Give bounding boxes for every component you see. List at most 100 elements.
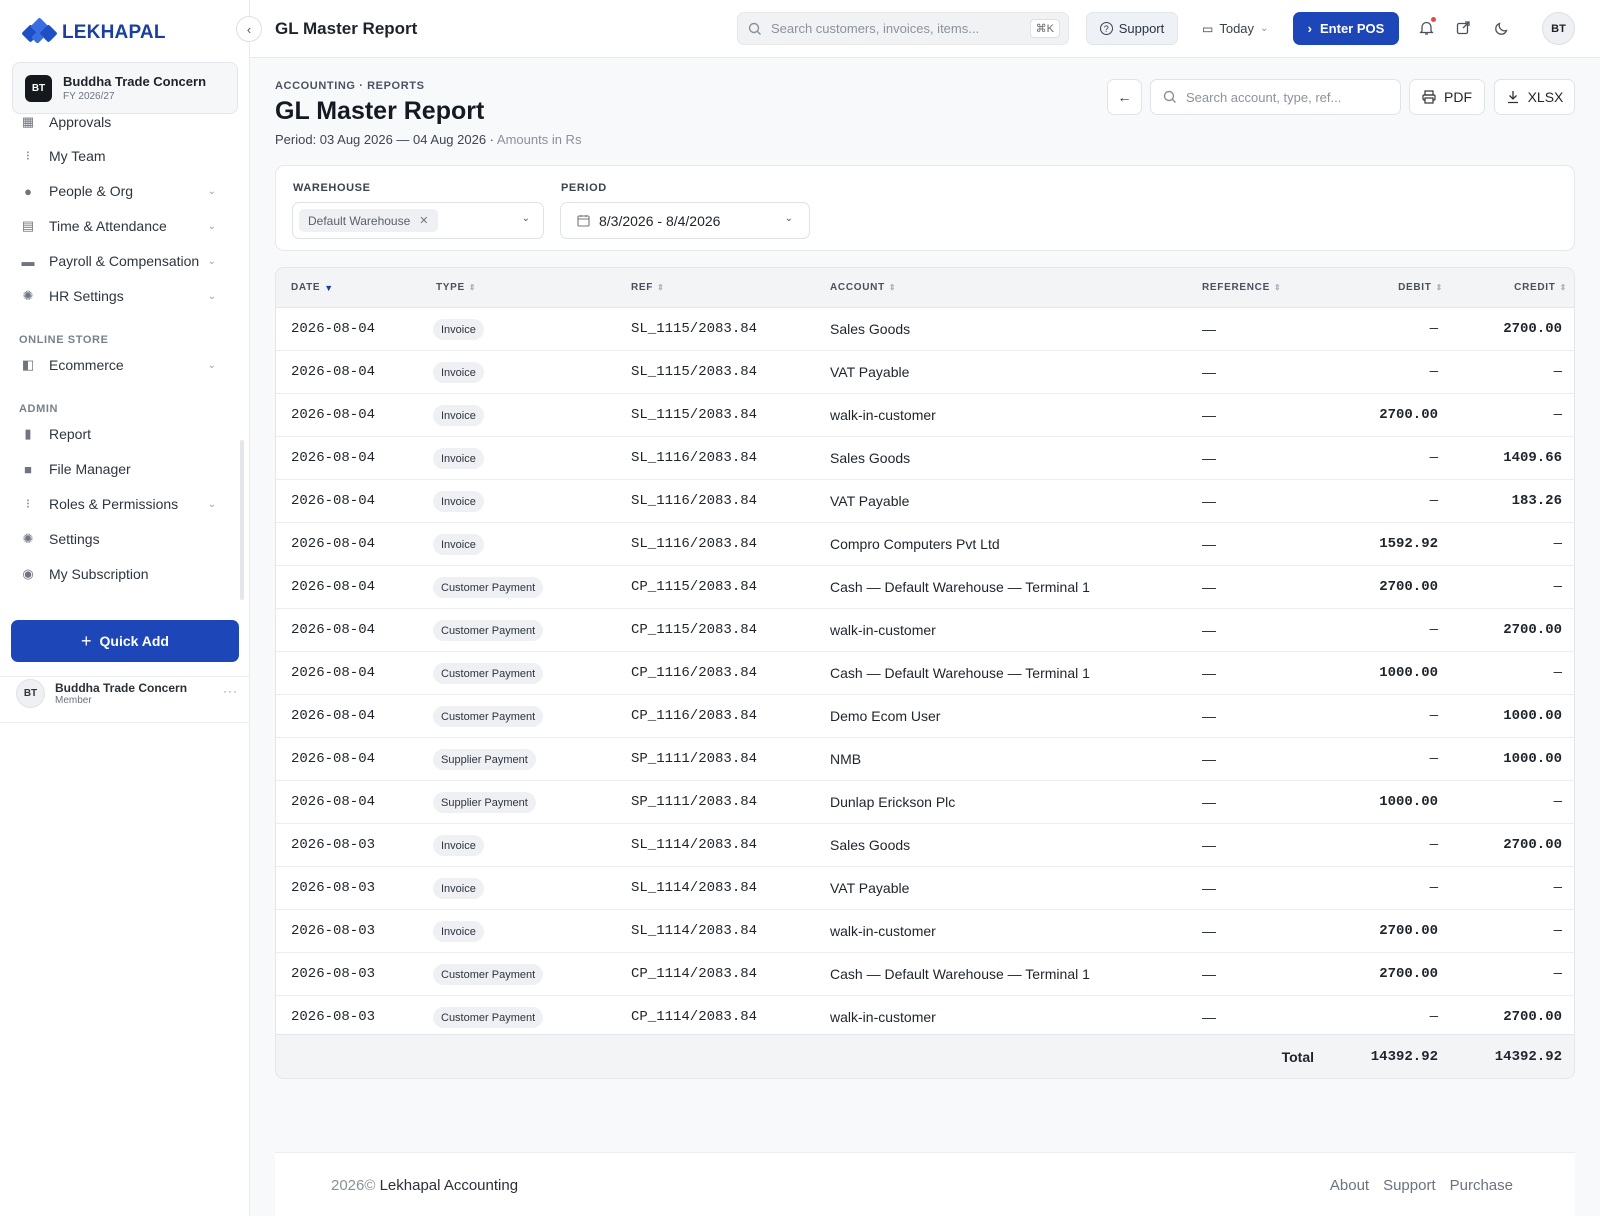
sidebar-item-approvals[interactable]: ▦ Approvals [0, 114, 238, 137]
footer-link-about[interactable]: About [1330, 1177, 1369, 1194]
open-external-button[interactable] [1452, 17, 1474, 39]
cell-ref[interactable]: SL_1114/2083.84 [631, 837, 757, 853]
moon-icon [1494, 21, 1508, 35]
footer-link-purchase[interactable]: Purchase [1450, 1177, 1513, 1194]
table-row[interactable]: 2026-08-04 Invoice SL_1116/2083.84 Compro C… [276, 523, 1574, 566]
calendar-icon [577, 215, 590, 227]
avatar[interactable]: BT [1542, 12, 1575, 45]
table-row[interactable]: 2026-08-04 Customer Payment CP_1115/2083.8… [276, 566, 1574, 609]
date-range-button[interactable]: ▭ Today ⌄ [1202, 12, 1282, 45]
col-credit[interactable]: CREDIT ⇕ [1514, 282, 1567, 293]
sidebar-item-label: HR Settings [49, 288, 124, 304]
table-row[interactable]: 2026-08-04 Customer Payment CP_1116/2083.8… [276, 652, 1574, 695]
table-row[interactable]: 2026-08-04 Invoice SL_1116/2083.84 VAT Paya… [276, 480, 1574, 523]
sidebar-scrollbar[interactable] [240, 440, 244, 600]
cell-ref[interactable]: SL_1114/2083.84 [631, 923, 757, 939]
col-ref[interactable]: REF ⇕ [631, 282, 665, 293]
table-row[interactable]: 2026-08-04 Invoice SL_1115/2083.84 VAT Paya… [276, 351, 1574, 394]
table-row[interactable]: 2026-08-04 Customer Payment CP_1115/2083.8… [276, 609, 1574, 652]
cell-reference: — [1202, 536, 1216, 552]
user-menu[interactable]: BT Buddha Trade Concern Member ··· [16, 678, 242, 708]
cell-ref[interactable]: SL_1114/2083.84 [631, 880, 757, 896]
sidebar-item-report[interactable]: ▮ Report [0, 419, 238, 449]
table-row[interactable]: 2026-08-03 Invoice SL_1114/2083.84 Sales Go… [276, 824, 1574, 867]
cell-ref[interactable]: SL_1115/2083.84 [631, 407, 757, 423]
table-row[interactable]: 2026-08-04 Customer Payment CP_1116/2083.8… [276, 695, 1574, 738]
type-badge: Invoice [433, 835, 484, 856]
cell-ref[interactable]: SL_1116/2083.84 [631, 493, 757, 509]
cell-ref[interactable]: CP_1116/2083.84 [631, 708, 757, 724]
sidebar-item-people-org[interactable]: ● People & Org ⌄ [0, 176, 238, 206]
table-row[interactable]: 2026-08-03 Customer Payment CP_1114/2083.8… [276, 953, 1574, 996]
table-row[interactable]: 2026-08-04 Invoice SL_1115/2083.84 Sales Go… [276, 308, 1574, 351]
col-debit[interactable]: DEBIT ⇕ [1398, 282, 1443, 293]
collapse-sidebar-button[interactable]: ‹ [236, 16, 262, 42]
close-icon[interactable]: ✕ [419, 214, 428, 227]
table-row[interactable]: 2026-08-04 Supplier Payment SP_1111/2083.8… [276, 738, 1574, 781]
cell-ref[interactable]: CP_1115/2083.84 [631, 579, 757, 595]
sidebar-item-my-subscription[interactable]: ◉ My Subscription [0, 559, 238, 589]
theme-toggle[interactable] [1490, 17, 1512, 39]
brand-logo[interactable]: LEKHAPAL [21, 17, 166, 46]
global-search[interactable]: ⌘K [737, 12, 1069, 45]
cell-ref[interactable]: SL_1115/2083.84 [631, 364, 757, 380]
sidebar-item-label: Payroll & Compensation [49, 253, 200, 269]
xlsx-button[interactable]: XLSX [1494, 79, 1575, 115]
back-button[interactable]: ← [1107, 79, 1142, 115]
search-input[interactable] [771, 21, 1021, 36]
sidebar-item-settings[interactable]: ✺ Settings [0, 524, 238, 554]
account-search[interactable] [1150, 79, 1401, 115]
cell-ref[interactable]: SL_1116/2083.84 [631, 450, 757, 466]
quick-add-label: Quick Add [99, 633, 170, 649]
cell-ref[interactable]: CP_1114/2083.84 [631, 1009, 757, 1025]
sidebar-item-hr-settings[interactable]: ✺ HR Settings ⌄ [0, 281, 238, 311]
enter-pos-button[interactable]: › Enter POS [1293, 12, 1399, 45]
sidebar-item-my-team[interactable]: ⁝ My Team [0, 141, 238, 171]
subscription-icon: ◉ [22, 566, 34, 581]
table-row[interactable]: 2026-08-04 Invoice SL_1116/2083.84 Sales Go… [276, 437, 1574, 480]
cell-ref[interactable]: CP_1116/2083.84 [631, 665, 757, 681]
footer-link-support[interactable]: Support [1383, 1177, 1436, 1194]
table-row[interactable]: 2026-08-03 Customer Payment CP_1114/2083.8… [276, 996, 1574, 1039]
table-row[interactable]: 2026-08-03 Invoice SL_1114/2083.84 VAT Paya… [276, 867, 1574, 910]
col-date[interactable]: DATE ▼ [291, 282, 334, 293]
account-search-input[interactable] [1186, 89, 1386, 105]
sidebar-item-ecommerce[interactable]: ◧ Ecommerce ⌄ [0, 350, 238, 380]
warehouse-select[interactable]: Default Warehouse ✕ ⌄ [292, 202, 544, 239]
table-row[interactable]: 2026-08-04 Invoice SL_1115/2083.84 walk-in-… [276, 394, 1574, 437]
period-picker[interactable]: 8/3/2026 - 8/4/2026 ⌄ [560, 202, 810, 239]
sidebar-item-time-attendance[interactable]: ▤ Time & Attendance ⌄ [0, 211, 238, 241]
quick-add-button[interactable]: + Quick Add [11, 620, 239, 662]
cell-ref[interactable]: CP_1115/2083.84 [631, 622, 757, 638]
company-name: Lekhapal Accounting [379, 1177, 519, 1194]
cell-date: 2026-08-03 [291, 923, 376, 939]
cell-ref[interactable]: SP_1111/2083.84 [631, 794, 757, 810]
col-type[interactable]: TYPE ⇕ [436, 282, 476, 293]
notifications-button[interactable] [1415, 17, 1437, 39]
org-switcher[interactable]: BT Buddha Trade Concern FY 2026/27 [12, 62, 238, 114]
cell-ref[interactable]: CP_1114/2083.84 [631, 966, 757, 982]
cell-ref[interactable]: SP_1111/2083.84 [631, 751, 757, 767]
col-account[interactable]: ACCOUNT ⇕ [830, 282, 896, 293]
table-row[interactable]: 2026-08-04 Supplier Payment SP_1111/2083.8… [276, 781, 1574, 824]
sidebar-item-label: People & Org [49, 183, 134, 199]
cell-debit: 1000.00 [1379, 794, 1438, 810]
chevron-left-icon: ‹ [246, 21, 252, 37]
sidebar-item-file-manager[interactable]: ■ File Manager [0, 454, 238, 484]
sidebar-item-payroll[interactable]: ▬ Payroll & Compensation ⌄ [0, 246, 238, 276]
table-row[interactable]: 2026-08-03 Invoice SL_1114/2083.84 walk-in-… [276, 910, 1574, 953]
bell-icon [1418, 21, 1434, 35]
support-button[interactable]: ? Support [1086, 12, 1178, 45]
support-label: Support [1118, 21, 1165, 36]
cell-account: walk-in-customer [830, 407, 936, 423]
cell-ref[interactable]: SL_1116/2083.84 [631, 536, 757, 552]
more-icon[interactable]: ··· [223, 684, 238, 698]
cell-credit: — [1553, 923, 1562, 939]
cell-ref[interactable]: SL_1115/2083.84 [631, 321, 757, 337]
sidebar-item-roles-permissions[interactable]: ⁝ Roles & Permissions ⌄ [0, 489, 238, 519]
col-reference[interactable]: REFERENCE ⇕ [1202, 282, 1281, 293]
pdf-button[interactable]: PDF [1409, 79, 1485, 115]
payroll-icon: ▬ [21, 253, 35, 269]
cell-account: Compro Computers Pvt Ltd [830, 536, 1000, 552]
cell-date: 2026-08-04 [291, 751, 376, 767]
